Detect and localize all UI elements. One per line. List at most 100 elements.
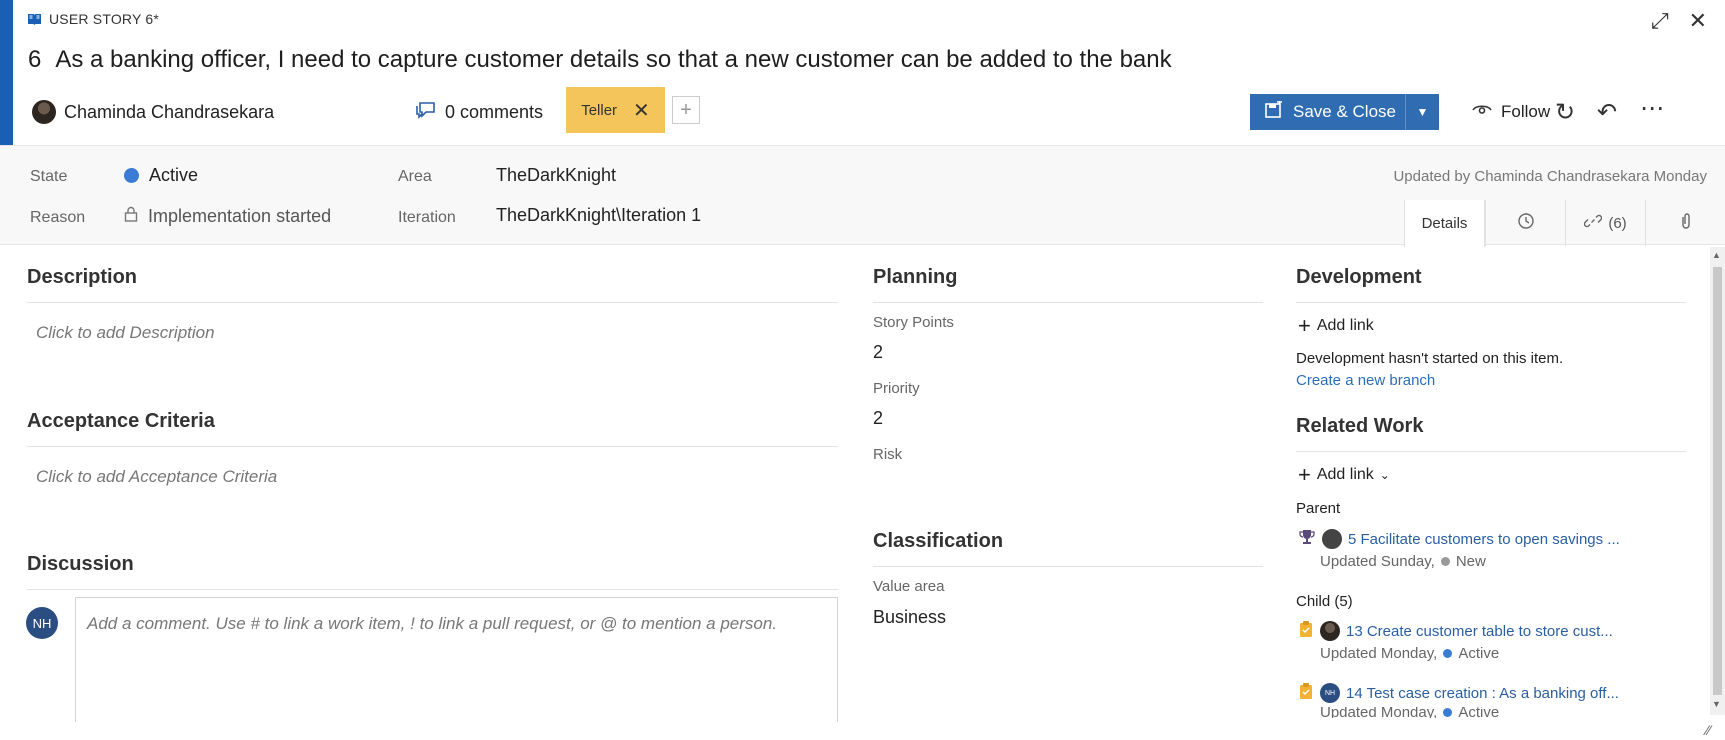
plus-icon: + bbox=[1298, 462, 1311, 487]
tab-history[interactable] bbox=[1485, 200, 1565, 246]
child-item-meta: Updated Monday, Active bbox=[1320, 645, 1499, 662]
reason-field[interactable]: Implementation started bbox=[124, 206, 331, 227]
child-state: Active bbox=[1458, 707, 1500, 718]
iteration-value[interactable]: TheDarkKnight\Iteration 1 bbox=[496, 205, 701, 226]
acceptance-divider bbox=[27, 446, 838, 447]
state-dropdown[interactable]: Active bbox=[124, 165, 198, 186]
parent-label: Parent bbox=[1296, 500, 1341, 517]
work-item-type-label: USER STORY 6* bbox=[49, 11, 159, 27]
updated-by-text[interactable]: Updated by Chaminda Chandrasekara Monday bbox=[1393, 168, 1707, 185]
tab-details-label: Details bbox=[1421, 215, 1468, 232]
work-item-title[interactable]: 6 As a banking officer, I need to capture… bbox=[28, 46, 1172, 74]
save-close-main[interactable]: Save & Close bbox=[1250, 99, 1405, 124]
work-item-tabs: Details (6) bbox=[1404, 200, 1725, 247]
chevron-down-icon: ⌄ bbox=[1379, 468, 1390, 482]
acceptance-criteria-input[interactable]: Click to add Acceptance Criteria bbox=[36, 467, 277, 487]
state-value: Active bbox=[149, 165, 199, 185]
work-item-type: USER STORY 6* bbox=[27, 11, 159, 27]
related-work-add-link[interactable]: + Add link ⌄ bbox=[1298, 462, 1390, 487]
area-label: Area bbox=[398, 168, 432, 185]
save-icon bbox=[1264, 99, 1284, 124]
development-status-text: Development hasn't started on this item. bbox=[1296, 350, 1564, 367]
create-branch-link[interactable]: Create a new branch bbox=[1296, 372, 1435, 389]
work-item-id: 6 bbox=[28, 46, 42, 73]
area-value[interactable]: TheDarkKnight bbox=[496, 165, 616, 186]
add-tag-button[interactable]: + bbox=[672, 96, 700, 124]
close-icon[interactable]: ✕ bbox=[1689, 10, 1707, 32]
avatar: NH bbox=[1320, 683, 1340, 703]
discussion-heading: Discussion bbox=[27, 553, 134, 575]
book-icon bbox=[27, 13, 42, 26]
add-link-label: Add link bbox=[1316, 466, 1374, 483]
discussion-divider bbox=[27, 589, 838, 590]
parent-work-item[interactable]: 5 Facilitate customers to open savings .… bbox=[1298, 528, 1620, 550]
parent-item-meta: Updated Sunday, New bbox=[1320, 553, 1486, 570]
iteration-label: Iteration bbox=[398, 209, 456, 226]
tab-details[interactable]: Details bbox=[1404, 200, 1485, 247]
development-add-link[interactable]: + Add link bbox=[1298, 315, 1374, 337]
resize-grip-icon[interactable]: ⁄⁄ bbox=[1706, 722, 1711, 738]
state-label: State bbox=[30, 168, 68, 185]
undo-icon[interactable]: ↶ bbox=[1597, 98, 1617, 127]
save-options-dropdown[interactable]: ▼ bbox=[1405, 94, 1439, 130]
remove-tag-icon[interactable]: ✕ bbox=[633, 98, 650, 123]
comment-icon bbox=[415, 101, 437, 124]
comments-link[interactable]: 0 comments bbox=[415, 101, 543, 124]
tab-links[interactable]: (6) bbox=[1565, 200, 1645, 246]
comment-placeholder: Add a comment. Use # to link a work item… bbox=[87, 614, 778, 633]
tab-attachments[interactable] bbox=[1645, 200, 1725, 246]
follow-button[interactable]: Follow bbox=[1472, 102, 1550, 122]
child-work-item[interactable]: NH 14 Test case creation : As a banking … bbox=[1298, 682, 1619, 704]
refresh-icon[interactable]: ↻ bbox=[1555, 98, 1575, 127]
assignee-name: Chaminda Chandrasekara bbox=[64, 101, 275, 122]
work-item-fields: State Active Reason Implementation start… bbox=[0, 145, 1725, 247]
add-link-label: Add link bbox=[1316, 317, 1374, 334]
work-item-title-text: As a banking officer, I need to capture … bbox=[55, 46, 1172, 73]
comments-count: 0 comments bbox=[445, 102, 544, 122]
development-divider bbox=[1296, 302, 1686, 303]
avatar-initials: NH bbox=[1324, 689, 1336, 697]
avatar: NH bbox=[26, 607, 58, 639]
save-close-button[interactable]: Save & Close ▼ bbox=[1250, 94, 1439, 130]
comment-input[interactable]: Add a comment. Use # to link a work item… bbox=[75, 597, 838, 722]
state-indicator bbox=[124, 168, 139, 183]
scroll-down-icon[interactable]: ▼ bbox=[1712, 699, 1721, 709]
description-heading: Description bbox=[27, 266, 138, 288]
vertical-scrollbar[interactable]: ▲ ▼ bbox=[1710, 247, 1725, 715]
scroll-up-icon[interactable]: ▲ bbox=[1712, 250, 1721, 260]
state-indicator bbox=[1440, 557, 1450, 566]
more-actions-icon[interactable]: ⋯ bbox=[1640, 94, 1664, 123]
child-work-item[interactable]: 13 Create customer table to store cust..… bbox=[1298, 620, 1613, 642]
classification-heading: Classification bbox=[873, 530, 1004, 552]
tag-teller[interactable]: Teller ✕ bbox=[566, 87, 665, 133]
follow-label: Follow bbox=[1501, 102, 1551, 121]
paperclip-icon bbox=[1680, 212, 1692, 234]
state-indicator bbox=[1443, 708, 1453, 717]
lock-icon bbox=[124, 206, 138, 227]
child-updated: Updated Monday, bbox=[1320, 707, 1438, 718]
tab-links-count: (6) bbox=[1608, 214, 1627, 232]
assignee-picker[interactable]: Chaminda Chandrasekara bbox=[32, 100, 274, 124]
link-icon bbox=[1584, 212, 1603, 234]
child-item-title: 14 Test case creation : As a banking off… bbox=[1346, 684, 1619, 702]
tag-label: Teller bbox=[581, 101, 618, 119]
task-icon bbox=[1298, 620, 1314, 642]
avatar bbox=[1322, 529, 1342, 549]
scrollbar-thumb[interactable] bbox=[1713, 267, 1722, 695]
priority-field[interactable]: 2 bbox=[873, 408, 883, 429]
avatar bbox=[32, 100, 56, 124]
trophy-icon bbox=[1298, 528, 1316, 550]
caret-down-icon: ▼ bbox=[1416, 105, 1429, 119]
story-points-label: Story Points bbox=[873, 314, 954, 331]
expand-icon[interactable]: ⤢ bbox=[1651, 10, 1669, 32]
description-input[interactable]: Click to add Description bbox=[36, 323, 215, 343]
child-item-title: 13 Create customer table to store cust..… bbox=[1346, 622, 1613, 640]
save-close-label: Save & Close bbox=[1293, 102, 1396, 121]
history-icon bbox=[1517, 212, 1535, 234]
child-item-meta: Updated Monday, Active bbox=[1320, 707, 1499, 718]
value-area-field[interactable]: Business bbox=[873, 607, 946, 628]
story-points-field[interactable]: 2 bbox=[873, 342, 883, 363]
avatar-initials: NH bbox=[32, 615, 52, 631]
avatar bbox=[1320, 621, 1340, 641]
risk-label: Risk bbox=[873, 446, 903, 463]
